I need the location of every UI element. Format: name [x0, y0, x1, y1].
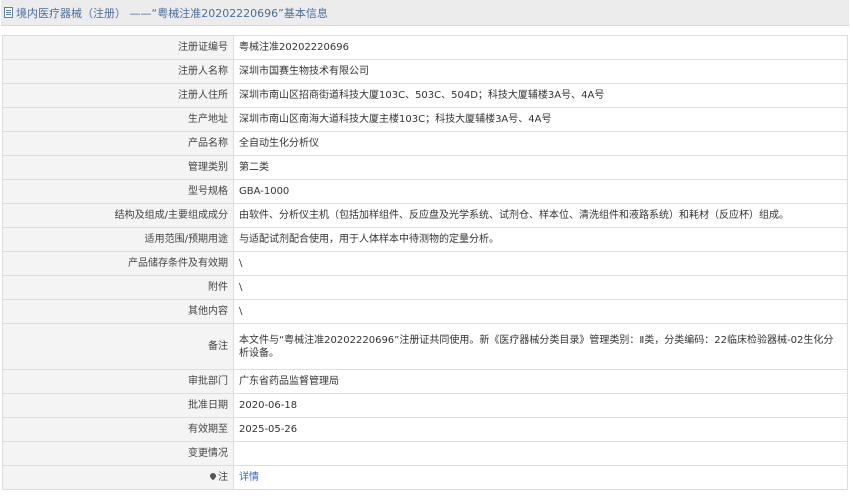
table-row: 产品名称 全自动生化分析仪 [2, 131, 848, 156]
table-row: 注册证编号 粤械注准20202220696 [2, 35, 848, 60]
page-header: 境内医疗器械（注册） ——“粤械注准20202220696”基本信息 [1, 0, 849, 26]
table-row: 适用范围/预期用途 与适配试剂配合使用，用于人体样本中待测物的定量分析。 [2, 227, 848, 252]
details-link[interactable]: 详情 [239, 472, 259, 483]
row-value: 广东省药品监督管理局 [233, 369, 848, 394]
row-label: 产品储存条件及有效期 [2, 251, 234, 276]
table-row: 管理类别 第二类 [2, 155, 848, 180]
row-value: 深圳市南山区招商街道科技大厦103C、503C、504D；科技大厦辅楼3A号、4… [233, 83, 848, 108]
row-label: 其他内容 [2, 299, 234, 324]
page-title: 境内医疗器械（注册） ——“粤械注准20202220696”基本信息 [16, 6, 328, 20]
table-row: 审批部门 广东省药品监督管理局 [2, 369, 848, 394]
table-row: 产品储存条件及有效期 \ [2, 251, 848, 276]
row-label: 批准日期 [2, 393, 234, 418]
row-label: 管理类别 [2, 155, 234, 180]
row-label: 生产地址 [2, 107, 234, 132]
table-row: 附件 \ [2, 275, 848, 300]
table-row: 注 详情 [2, 465, 848, 490]
row-label: 适用范围/预期用途 [2, 227, 234, 252]
row-value: 详情 [233, 465, 848, 490]
row-label: 结构及组成/主要组成成分 [2, 203, 234, 228]
table-row: 其他内容 \ [2, 299, 848, 324]
row-label: 附件 [2, 275, 234, 300]
info-table: 注册证编号 粤械注准20202220696 注册人名称 深圳市国赛生物技术有限公… [2, 35, 848, 490]
table-row: 结构及组成/主要组成成分 由软件、分析仪主机（包括加样组件、反应盘及光学系统、试… [2, 203, 848, 228]
row-label: 注册人住所 [2, 83, 234, 108]
page: 境内医疗器械（注册） ——“粤械注准20202220696”基本信息 注册证编号… [0, 0, 850, 500]
note-label-cell: 注 [2, 465, 234, 490]
pin-icon [208, 471, 218, 481]
row-label: 审批部门 [2, 369, 234, 394]
table-row: 注册人住所 深圳市南山区招商街道科技大厦103C、503C、504D；科技大厦辅… [2, 83, 848, 108]
row-value: GBA-1000 [233, 179, 848, 204]
table-row: 批准日期 2020-06-18 [2, 393, 848, 418]
row-value: 深圳市国赛生物技术有限公司 [233, 59, 848, 84]
row-label: 有效期至 [2, 417, 234, 442]
table-row: 变更情况 [2, 441, 848, 466]
row-label: 注册证编号 [2, 35, 234, 60]
row-label: 注 [218, 472, 228, 483]
row-label: 备注 [2, 323, 234, 370]
table-row: 注册人名称 深圳市国赛生物技术有限公司 [2, 59, 848, 84]
row-value: \ [233, 299, 848, 324]
row-value: \ [233, 275, 848, 300]
table-row: 有效期至 2025-05-26 [2, 417, 848, 442]
row-label: 变更情况 [2, 441, 234, 466]
row-value: 与适配试剂配合使用，用于人体样本中待测物的定量分析。 [233, 227, 848, 252]
row-value: 2020-06-18 [233, 393, 848, 418]
row-value: 深圳市南山区南海大道科技大厦主楼103C；科技大厦辅楼3A号、4A号 [233, 107, 848, 132]
row-value [233, 441, 848, 466]
row-label: 注册人名称 [2, 59, 234, 84]
table-row: 型号规格 GBA-1000 [2, 179, 848, 204]
row-value: 2025-05-26 [233, 417, 848, 442]
row-label: 型号规格 [2, 179, 234, 204]
row-value: 粤械注准20202220696 [233, 35, 848, 60]
row-label: 产品名称 [2, 131, 234, 156]
row-value: \ [233, 251, 848, 276]
table-row: 生产地址 深圳市南山区南海大道科技大厦主楼103C；科技大厦辅楼3A号、4A号 [2, 107, 848, 132]
row-value: 全自动生化分析仪 [233, 131, 848, 156]
row-value: 由软件、分析仪主机（包括加样组件、反应盘及光学系统、试剂仓、样本位、清洗组件和液… [233, 203, 848, 228]
row-value: 本文件与“粤械注准20202220696”注册证共同使用。新《医疗器械分类目录》… [233, 323, 848, 370]
table-row: 备注 本文件与“粤械注准20202220696”注册证共同使用。新《医疗器械分类… [2, 323, 848, 370]
row-value: 第二类 [233, 155, 848, 180]
document-icon [4, 7, 13, 18]
